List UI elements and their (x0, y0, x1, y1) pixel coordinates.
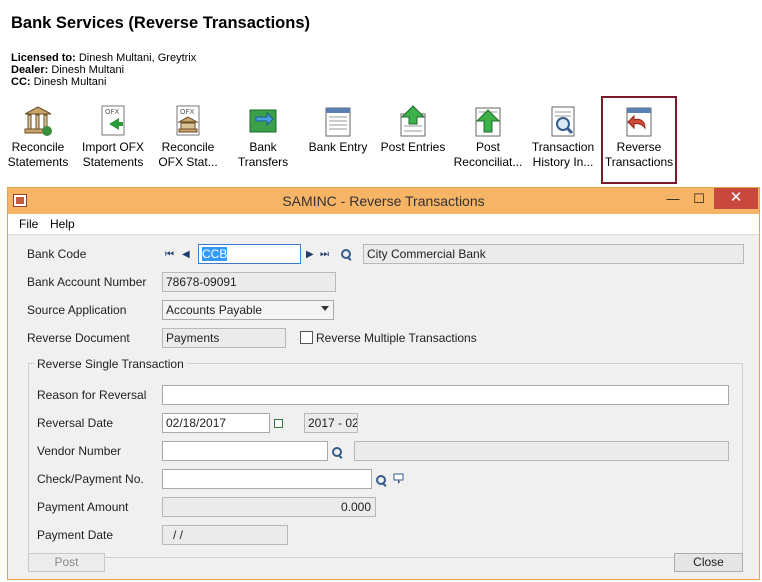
tile-label-line1: Import OFX (81, 140, 144, 154)
payment-date-label: Payment Date (37, 528, 114, 542)
tile-label-line2: Statements (82, 155, 144, 169)
reversal-date-input[interactable]: 02/18/2017 (162, 413, 270, 433)
bank-entry-icon (325, 107, 351, 137)
tile-transaction-history[interactable]: Transaction History In... (526, 104, 600, 170)
post-reconciliation-icon (475, 107, 501, 137)
bank-account-field: 78678-09091 (162, 272, 336, 292)
dealer-line: Dealer: Dinesh Multani (11, 64, 124, 76)
vendor-number-input[interactable] (162, 441, 328, 461)
vendor-number-label: Vendor Number (37, 444, 122, 458)
reason-label: Reason for Reversal (37, 388, 147, 402)
post-button[interactable]: Post (28, 553, 105, 572)
last-record-icon[interactable]: ⏭ (320, 249, 329, 261)
payment-amount-field: 0.000 (162, 497, 376, 517)
tile-label-line1: Post Entries (380, 140, 446, 154)
tile-label-line1: Bank Entry (308, 140, 368, 154)
reconcile-statements-icon (24, 106, 52, 136)
minimize-button[interactable]: — (660, 188, 686, 210)
window-close-button[interactable]: ✕ (714, 188, 758, 209)
bank-code-value: CCB (202, 247, 228, 261)
first-record-icon[interactable]: ⏮ (165, 249, 174, 261)
licensed-to-label: Licensed to: (11, 52, 76, 64)
tile-import-ofx[interactable]: OFX Import OFX Statements (76, 104, 150, 170)
tile-reverse-transactions[interactable]: Reverse Transactions (601, 96, 677, 184)
tile-label-line1: Bank (249, 140, 277, 154)
reverse-transactions-icon (626, 107, 652, 137)
fiscal-period-field: 2017 - 02 (304, 413, 358, 433)
tile-label-line1: Transaction (531, 140, 595, 154)
reverse-single-group-title: Reverse Single Transaction (34, 357, 187, 371)
svg-text:OFX: OFX (180, 108, 195, 116)
page-title: Bank Services (Reverse Transactions) (11, 14, 310, 32)
reverse-multiple-label[interactable]: Reverse Multiple Transactions (316, 331, 477, 345)
tile-label-line2: Transfers (237, 155, 289, 169)
payment-amount-label: Payment Amount (37, 500, 129, 514)
next-record-icon[interactable]: ▶ (306, 249, 314, 261)
menu-bar: File Help (8, 214, 759, 235)
svg-text:OFX: OFX (105, 108, 120, 116)
tile-post-reconciliation[interactable]: Post Reconciliat... (451, 104, 525, 170)
bank-transfers-icon (249, 109, 277, 133)
tile-label-line1: Post (475, 140, 500, 154)
bank-code-label: Bank Code (27, 247, 87, 261)
reverse-multiple-checkbox[interactable] (300, 331, 313, 344)
reconcile-ofx-icon: OFX (176, 105, 200, 136)
check-finder-icon[interactable] (376, 475, 387, 486)
menu-help[interactable]: Help (50, 217, 75, 231)
check-payment-input[interactable] (162, 469, 372, 489)
menu-file[interactable]: File (19, 217, 38, 231)
tile-label-line2: Reconciliat... (453, 155, 523, 169)
tile-post-entries[interactable]: Post Entries (376, 104, 450, 155)
tile-bank-transfers[interactable]: Bank Transfers (226, 104, 300, 170)
close-button[interactable]: Close (674, 553, 743, 572)
tile-label-line2: History In... (532, 155, 594, 169)
calendar-icon[interactable] (274, 419, 283, 428)
tile-label-line1: Reverse (616, 140, 662, 154)
maximize-button[interactable]: ☐ (686, 188, 712, 210)
drilldown-icon[interactable] (392, 472, 406, 486)
check-payment-label: Check/Payment No. (37, 472, 144, 486)
transaction-history-icon (551, 106, 575, 137)
cc-line: CC: Dinesh Multani (11, 76, 106, 88)
tile-label-line1: Reconcile (161, 140, 215, 154)
bank-account-label: Bank Account Number (27, 275, 147, 289)
tile-bank-entry[interactable]: Bank Entry (301, 104, 375, 155)
vendor-name-field (354, 441, 729, 461)
chevron-down-icon (321, 306, 329, 311)
window-titlebar[interactable]: SAMINC - Reverse Transactions — ☐ ✕ (8, 188, 759, 214)
tile-reconcile-ofx[interactable]: OFX Reconcile OFX Stat... (151, 104, 225, 170)
import-ofx-icon: OFX (101, 105, 125, 136)
source-application-label: Source Application (27, 303, 127, 317)
reversal-date-label: Reversal Date (37, 416, 114, 430)
tile-label-line1: Reconcile (11, 140, 65, 154)
cc-value: Dinesh Multani (33, 76, 107, 88)
source-application-select[interactable]: Accounts Payable (162, 300, 334, 320)
tile-label-line2: Transactions (604, 155, 674, 169)
post-entries-icon (400, 105, 426, 137)
reverse-document-label: Reverse Document (27, 331, 130, 345)
window-title: SAMINC - Reverse Transactions (282, 193, 485, 209)
licensed-to-line: Licensed to: Dinesh Multani, Greytrix (11, 52, 196, 64)
dealer-value: Dinesh Multani (51, 64, 125, 76)
source-application-value: Accounts Payable (166, 303, 263, 317)
cc-label: CC: (11, 76, 31, 88)
reverse-transactions-window: SAMINC - Reverse Transactions — ☐ ✕ File… (7, 187, 760, 580)
payment-date-field: / / (162, 525, 288, 545)
bank-services-screen: Bank Services (Reverse Transactions) Lic… (0, 0, 762, 582)
bank-code-finder-icon[interactable] (341, 249, 352, 260)
reverse-document-field: Payments (162, 328, 286, 348)
bank-code-input[interactable]: CCB (198, 244, 301, 264)
bank-name-field: City Commercial Bank (363, 244, 744, 264)
vendor-finder-icon[interactable] (332, 447, 343, 458)
tile-reconcile-statements[interactable]: Reconcile Statements (1, 104, 75, 170)
previous-record-icon[interactable]: ◀ (182, 249, 190, 261)
licensed-to-value: Dinesh Multani, Greytrix (78, 52, 197, 64)
reason-input[interactable] (162, 385, 729, 405)
tile-label-line2: OFX Stat... (158, 155, 218, 169)
tile-label-line2: Statements (7, 155, 69, 169)
dealer-label: Dealer: (11, 64, 49, 76)
